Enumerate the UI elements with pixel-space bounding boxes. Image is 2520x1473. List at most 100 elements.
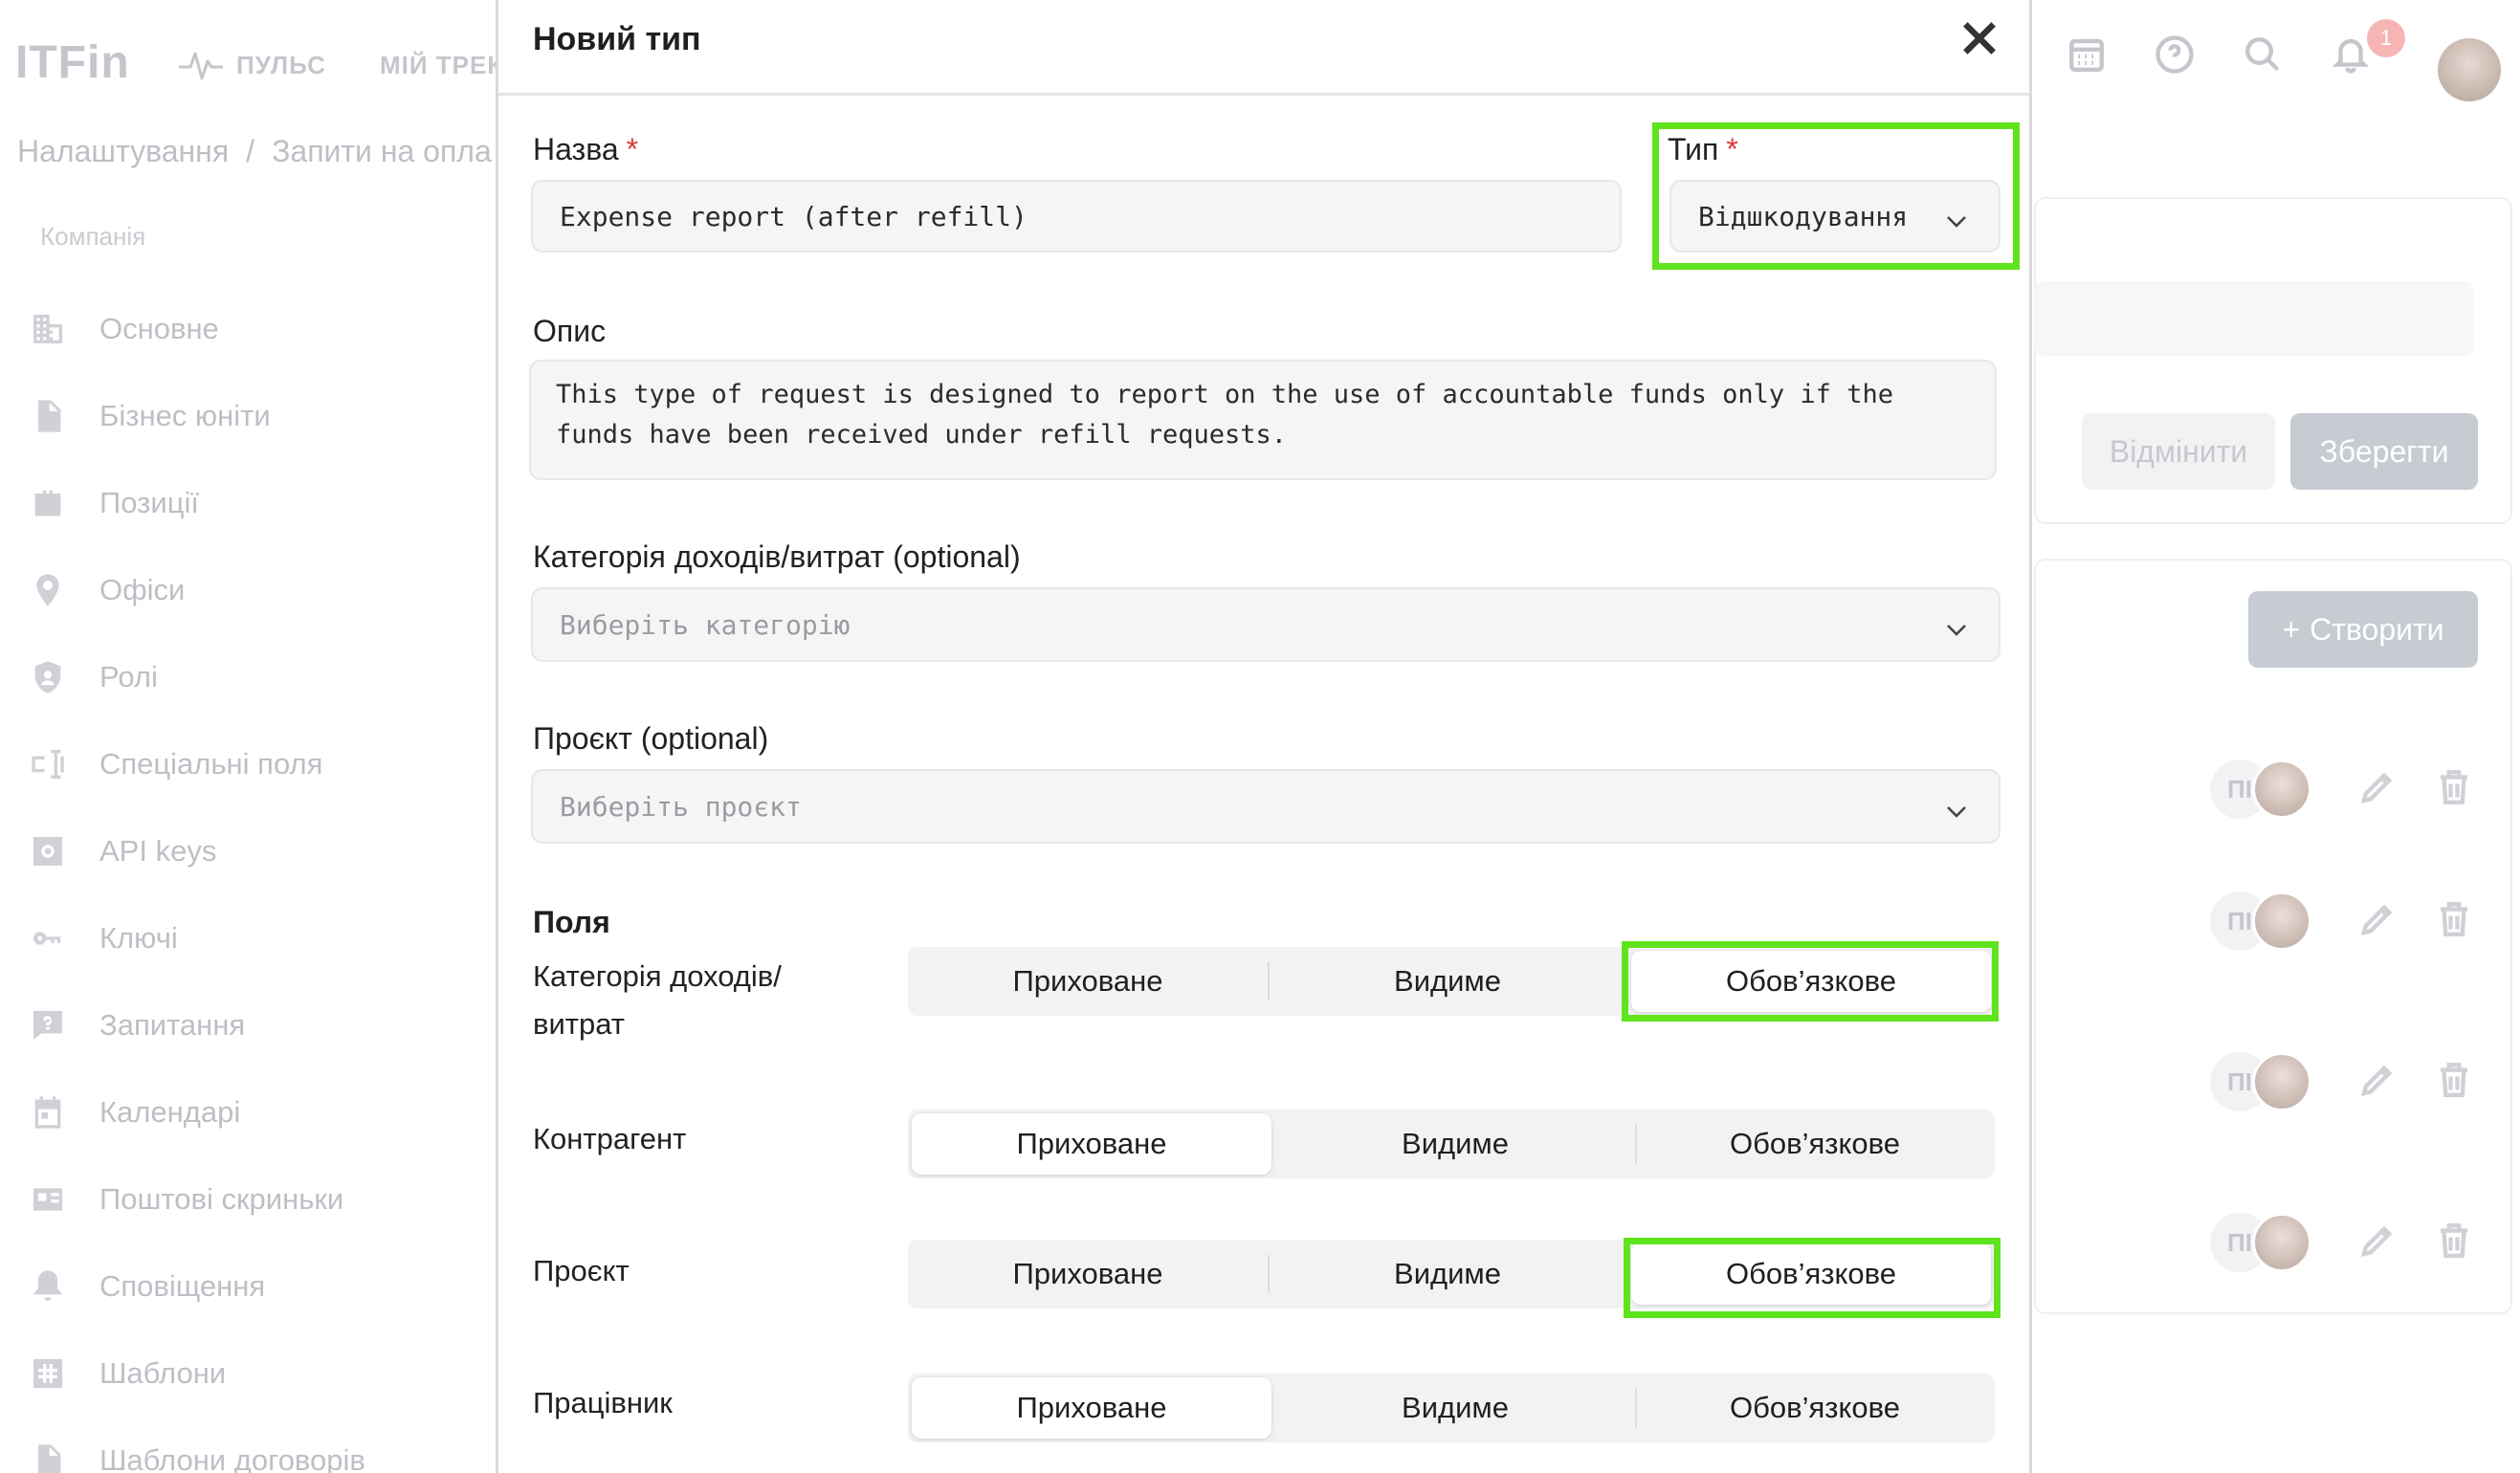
shield-user-icon (27, 656, 69, 698)
sidebar-item-calendars[interactable]: Календарі (27, 1068, 486, 1155)
settings-input[interactable] (2034, 281, 2474, 356)
sidebar-item-offices[interactable]: Офіси (27, 546, 486, 633)
type-select[interactable]: Відшкодування (1669, 180, 2001, 253)
trash-icon[interactable] (2434, 899, 2474, 944)
description-value: This type of request is designed to repo… (556, 380, 1893, 450)
help-icon[interactable] (2155, 34, 2195, 79)
sidebar-item-templates[interactable]: Шаблони (27, 1330, 486, 1417)
hashtag-icon (27, 1352, 69, 1395)
sidebar-item-contract-templates[interactable]: Шаблони договорів (27, 1417, 486, 1473)
custom-field-icon (27, 743, 69, 785)
breadcrumb-separator: / (246, 134, 255, 168)
modal-header (498, 0, 2029, 96)
trash-icon[interactable] (2434, 767, 2474, 812)
name-input-value: Expense report (after refill) (560, 200, 1028, 232)
sidebar-item-positions[interactable]: Позиції (27, 459, 486, 546)
create-button[interactable]: + Створити (2248, 591, 2478, 668)
question-chat-icon (27, 1004, 69, 1046)
mailbox-icon (27, 1178, 69, 1220)
edit-icon[interactable] (2357, 767, 2398, 812)
api-gear-icon (27, 830, 69, 872)
option-hidden[interactable]: Приховане (908, 947, 1268, 1016)
option-required[interactable]: Обов’язкове (1635, 1374, 1995, 1442)
pulse-icon (179, 52, 223, 80)
description-label: Опис (533, 314, 607, 348)
notification-badge: 1 (2367, 19, 2405, 57)
file-icon (27, 1440, 69, 1473)
avatar (2252, 891, 2311, 951)
nav-item-label: ПУЛЬС (236, 50, 326, 79)
fields-section-title: Поля (533, 905, 610, 939)
list-item: ПІ (2210, 1052, 2474, 1111)
option-required[interactable]: Обов’язкове (1635, 1110, 1995, 1178)
new-type-modal: Новий тип Назва * Expense report (after r… (496, 0, 2032, 1473)
save-button[interactable]: Зберегти (2290, 413, 2478, 490)
app-logo: ITFin (15, 37, 130, 88)
option-visible[interactable]: Видиме (1268, 1240, 1627, 1308)
cancel-button[interactable]: Відмінити (2082, 413, 2275, 490)
sidebar-item-mailboxes[interactable]: Поштові скриньки (27, 1155, 486, 1242)
option-visible[interactable]: Видиме (1275, 1374, 1635, 1442)
avatar (2252, 1213, 2311, 1272)
breadcrumb-payment-requests: Запити на опла (272, 134, 492, 168)
required-option-highlight (1624, 1238, 2001, 1318)
edit-icon[interactable] (2357, 1220, 2398, 1265)
document-icon (27, 395, 69, 437)
sidebar-item-roles[interactable]: Ролі (27, 633, 486, 720)
sidebar: Основне Бізнес юніти Позиції Офіси Ролі … (27, 285, 486, 1473)
category-placeholder: Виберіть категорію (560, 608, 851, 641)
top-nav: ПУЛЬС МІЙ ТРЕК (177, 46, 503, 84)
sidebar-item-label: Ключі (99, 920, 178, 955)
sidebar-item-notifications[interactable]: Сповіщення (27, 1242, 486, 1330)
category-select[interactable]: Виберіть категорію (531, 587, 2001, 662)
trash-icon[interactable] (2434, 1060, 2474, 1105)
sidebar-item-label: Сповіщення (99, 1268, 266, 1303)
nav-item-pulse[interactable]: ПУЛЬС (177, 46, 326, 84)
bell-icon[interactable] (2331, 34, 2371, 79)
chevron-down-icon (1945, 615, 1968, 636)
required-mark: * (1726, 132, 1738, 166)
required-option-highlight (1622, 941, 1999, 1022)
sidebar-item-label: Позиції (99, 485, 199, 519)
option-hidden[interactable]: Приховане (912, 1377, 1271, 1439)
search-icon[interactable] (2243, 34, 2283, 79)
building-icon (27, 308, 69, 350)
name-label-text: Назва (533, 132, 619, 166)
create-button-label: Створити (2310, 611, 2444, 647)
option-hidden[interactable]: Приховане (912, 1113, 1271, 1175)
sidebar-item-label: Шаблони (99, 1355, 227, 1390)
avatar[interactable] (2438, 38, 2501, 101)
edit-icon[interactable] (2357, 899, 2398, 944)
description-textarea[interactable]: This type of request is designed to repo… (529, 360, 1997, 480)
visibility-toggle-employee: Приховане Видиме Обов’язкове (908, 1374, 1995, 1442)
calendar-icon (27, 1091, 69, 1133)
sidebar-item-label: Основне (99, 311, 219, 345)
project-select[interactable]: Виберіть проєкт (531, 769, 2001, 844)
key-icon (27, 917, 69, 959)
nav-item-my-track[interactable]: МІЙ ТРЕК (380, 51, 503, 80)
option-hidden[interactable]: Приховане (908, 1240, 1268, 1308)
sidebar-item-questions[interactable]: Запитання (27, 981, 486, 1068)
close-icon[interactable] (1958, 17, 2001, 59)
sidebar-item-label: Офіси (99, 572, 186, 606)
sidebar-item-api-keys[interactable]: API keys (27, 807, 486, 894)
option-visible[interactable]: Видиме (1275, 1110, 1635, 1178)
calendar-icon[interactable] (2067, 34, 2107, 79)
sidebar-item-keys[interactable]: Ключі (27, 894, 486, 981)
option-visible[interactable]: Видиме (1268, 947, 1627, 1016)
chevron-down-icon (1945, 797, 1968, 818)
sidebar-caption: Компанія (40, 222, 146, 251)
list-item: ПІ (2210, 1213, 2474, 1272)
sidebar-item-main[interactable]: Основне (27, 285, 486, 372)
plus-icon: + (2282, 611, 2301, 647)
field-label-project: Проєкт (533, 1254, 630, 1287)
sidebar-item-custom-fields[interactable]: Спеціальні поля (27, 720, 486, 807)
edit-icon[interactable] (2357, 1060, 2398, 1105)
sidebar-item-label: API keys (99, 833, 217, 868)
sidebar-item-business-units[interactable]: Бізнес юніти (27, 372, 486, 459)
breadcrumb-settings[interactable]: Налаштування (17, 134, 229, 169)
trash-icon[interactable] (2434, 1220, 2474, 1265)
briefcase-icon (27, 482, 69, 524)
name-input[interactable]: Expense report (after refill) (531, 180, 1622, 253)
list-item: ПІ (2210, 759, 2474, 819)
